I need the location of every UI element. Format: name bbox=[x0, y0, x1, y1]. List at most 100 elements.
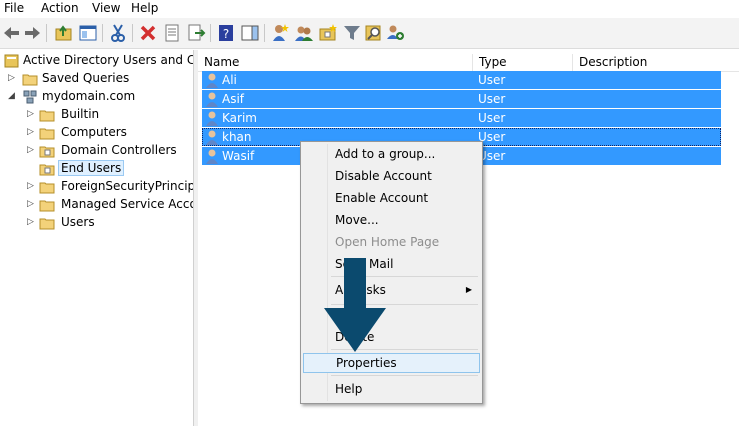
column-header-row: Name Type Description bbox=[198, 52, 739, 72]
folder-icon bbox=[22, 72, 38, 86]
tree-item-root[interactable]: Active Directory Users and Com bbox=[4, 52, 193, 70]
menu-help[interactable]: Help bbox=[131, 1, 158, 15]
find-icon[interactable] bbox=[364, 23, 384, 43]
toolbar-separator bbox=[46, 24, 47, 42]
tree-item-label: End Users bbox=[58, 160, 125, 176]
tree-item-computers[interactable]: ▷ Computers bbox=[27, 124, 193, 142]
menu-item-add-to-group[interactable]: Add to a group... bbox=[303, 144, 480, 164]
menu-file[interactable]: File bbox=[4, 1, 24, 15]
menu-item-label: Help bbox=[335, 382, 363, 396]
user-icon bbox=[204, 91, 220, 107]
tree-item-domain-controllers[interactable]: ▷ Domain Controllers bbox=[27, 142, 193, 160]
forward-arrow-icon[interactable] bbox=[22, 23, 42, 43]
menu-item-label: Add to a group... bbox=[335, 147, 436, 161]
folder-icon bbox=[39, 198, 55, 212]
console-tree: Active Directory Users and Com ▷ Saved Q… bbox=[0, 50, 194, 426]
expand-arrow-icon[interactable]: ▷ bbox=[27, 182, 36, 191]
expand-arrow-icon[interactable]: ▷ bbox=[27, 200, 36, 209]
export-list-icon[interactable] bbox=[186, 23, 206, 43]
tree-item-builtin[interactable]: ▷ Builtin bbox=[27, 106, 193, 124]
user-icon bbox=[204, 148, 220, 164]
up-folder-icon[interactable] bbox=[54, 23, 74, 43]
tree-item-foreign-security-principals[interactable]: ▷ ForeignSecurityPrincipals bbox=[27, 178, 193, 196]
menu-separator bbox=[331, 375, 478, 376]
show-hide-tree-icon[interactable] bbox=[78, 23, 98, 43]
new-group-icon[interactable] bbox=[294, 23, 314, 43]
back-arrow-icon[interactable] bbox=[2, 23, 22, 43]
new-ou-icon[interactable] bbox=[318, 23, 338, 43]
domain-icon bbox=[22, 90, 38, 104]
row-name: khan bbox=[222, 130, 252, 144]
menu-item-enable-account[interactable]: Enable Account bbox=[303, 188, 480, 208]
tree-item-label: ForeignSecurityPrincipals bbox=[61, 179, 193, 193]
row-name: Asif bbox=[222, 92, 245, 106]
tree-item-label: Builtin bbox=[61, 107, 100, 121]
delete-icon[interactable] bbox=[138, 23, 158, 43]
tree-item-users[interactable]: ▷ Users bbox=[27, 214, 193, 232]
tree-item-label: Computers bbox=[61, 125, 127, 139]
folder-icon bbox=[39, 216, 55, 230]
tree-item-label: Managed Service Accounts bbox=[61, 197, 194, 211]
menu-view[interactable]: View bbox=[92, 1, 120, 15]
toolbar-separator bbox=[264, 24, 265, 42]
filter-icon[interactable] bbox=[342, 23, 362, 43]
menu-item-label: Open Home Page bbox=[335, 235, 440, 249]
tree-item-managed-service-accounts[interactable]: ▷ Managed Service Accounts bbox=[27, 196, 193, 214]
tree-item-saved-queries[interactable]: ▷ Saved Queries bbox=[8, 70, 193, 88]
menu-item-properties[interactable]: Properties bbox=[303, 353, 480, 373]
row-name: Wasif bbox=[222, 149, 255, 163]
ou-folder-icon bbox=[39, 144, 55, 158]
folder-icon bbox=[39, 180, 55, 194]
user-icon bbox=[204, 129, 220, 145]
row-name: Ali bbox=[222, 73, 237, 87]
properties-icon[interactable] bbox=[162, 23, 182, 43]
table-row[interactable]: Ali User bbox=[202, 71, 721, 89]
toolbar-separator bbox=[210, 24, 211, 42]
menu-item-move[interactable]: Move... bbox=[303, 210, 480, 230]
column-header-name[interactable]: Name bbox=[198, 54, 472, 71]
menu-item-open-home-page: Open Home Page bbox=[303, 232, 480, 252]
menu-item-disable-account[interactable]: Disable Account bbox=[303, 166, 480, 186]
tree-item-label: mydomain.com bbox=[42, 89, 136, 103]
toolbar-separator bbox=[102, 24, 103, 42]
ou-folder-icon bbox=[39, 162, 55, 176]
tree-item-label: Saved Queries bbox=[42, 71, 130, 85]
tree-item-label: Active Directory Users and Com bbox=[23, 53, 193, 67]
user-icon bbox=[204, 72, 220, 88]
help-icon[interactable]: ? bbox=[216, 23, 236, 43]
menu-item-label: Disable Account bbox=[335, 169, 432, 183]
new-user-icon[interactable] bbox=[270, 23, 290, 43]
cut-icon[interactable] bbox=[108, 23, 128, 43]
menu-action[interactable]: Action bbox=[41, 1, 79, 15]
collapse-arrow-icon[interactable]: ◢ bbox=[8, 92, 17, 101]
menu-item-label: Enable Account bbox=[335, 191, 429, 205]
tree-item-domain[interactable]: ◢ mydomain.com bbox=[8, 88, 193, 106]
row-type: User bbox=[478, 92, 506, 106]
column-header-description[interactable]: Description bbox=[573, 54, 729, 71]
folder-icon bbox=[39, 126, 55, 140]
table-row[interactable]: Asif User bbox=[202, 90, 721, 108]
expand-arrow-icon[interactable]: ▷ bbox=[27, 110, 36, 119]
submenu-arrow-icon: ▶ bbox=[465, 285, 472, 294]
row-name: Karim bbox=[222, 111, 257, 125]
menu-item-help[interactable]: Help bbox=[303, 379, 480, 399]
tree-item-label: Users bbox=[61, 215, 95, 229]
tree-item-end-users[interactable]: End Users bbox=[27, 160, 193, 178]
expand-arrow-icon[interactable]: ▷ bbox=[27, 218, 36, 227]
expand-arrow-icon[interactable]: ▷ bbox=[27, 146, 36, 155]
expand-arrow-icon[interactable]: ▷ bbox=[8, 74, 17, 83]
table-row[interactable]: Karim User bbox=[202, 109, 721, 127]
add-to-group-icon[interactable] bbox=[386, 23, 406, 43]
svg-text:?: ? bbox=[223, 27, 229, 41]
column-header-type[interactable]: Type bbox=[473, 54, 571, 71]
row-type: User bbox=[478, 73, 506, 87]
tree-item-label: Domain Controllers bbox=[61, 143, 177, 157]
snapin-icon bbox=[4, 54, 20, 68]
menu-item-label: Properties bbox=[336, 356, 397, 370]
row-type: User bbox=[478, 111, 506, 125]
show-action-pane-icon[interactable] bbox=[240, 23, 260, 43]
expand-arrow-icon[interactable]: ▷ bbox=[27, 128, 36, 137]
toolbar: ? bbox=[0, 18, 739, 49]
folder-icon bbox=[39, 108, 55, 122]
menu-item-label: Move... bbox=[335, 213, 379, 227]
